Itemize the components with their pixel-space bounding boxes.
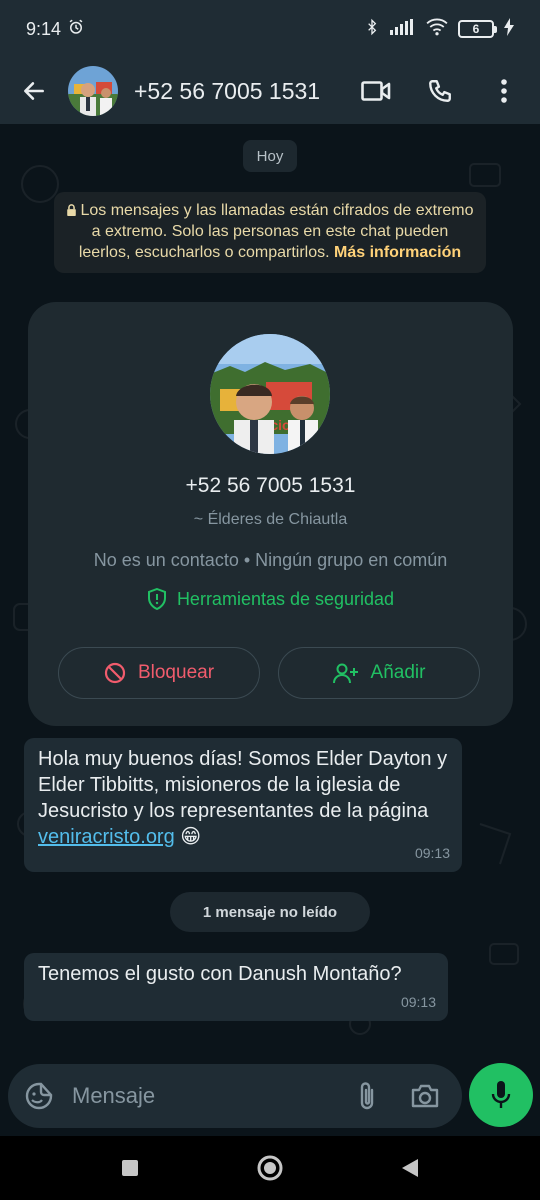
voice-call-icon bbox=[429, 80, 451, 102]
recents-button[interactable] bbox=[110, 1148, 150, 1188]
wifi-icon bbox=[426, 18, 448, 41]
incoming-message[interactable]: Tenemos el gusto con Danush Montaño? 09:… bbox=[24, 953, 448, 1021]
recents-square-icon bbox=[122, 1160, 138, 1176]
voice-message-button[interactable] bbox=[469, 1063, 533, 1127]
contact-info-card: tradicio +52 56 7005 1531 ~ Élderes de C… bbox=[28, 302, 513, 726]
mic-icon bbox=[491, 1081, 511, 1108]
message-time: 09:13 bbox=[414, 845, 450, 861]
safety-tools-link[interactable]: Herramientas de seguridad bbox=[28, 588, 513, 610]
back-button[interactable] bbox=[14, 71, 54, 111]
system-nav-bar bbox=[0, 1136, 540, 1200]
block-button[interactable]: Bloquear bbox=[58, 647, 260, 699]
bluetooth-icon bbox=[364, 18, 380, 41]
contact-avatar[interactable]: tradicio bbox=[210, 334, 330, 454]
safety-tools-label: Herramientas de seguridad bbox=[176, 588, 395, 609]
signal-icon bbox=[390, 18, 416, 40]
lock-icon bbox=[67, 204, 77, 216]
status-time: 9:14 bbox=[26, 18, 62, 39]
message-input[interactable]: Mensaje bbox=[72, 1083, 350, 1109]
avatar[interactable] bbox=[68, 66, 118, 116]
more-vert-icon bbox=[501, 79, 507, 103]
home-button[interactable] bbox=[250, 1148, 290, 1188]
emoji-button[interactable] bbox=[22, 1079, 56, 1113]
chat-area[interactable]: Hoy Los mensajes y las llamadas están ci… bbox=[0, 124, 540, 1064]
status-bar: 9:14 6 bbox=[0, 0, 540, 58]
more-info-link[interactable]: Más información bbox=[334, 244, 461, 261]
camera-icon bbox=[411, 1084, 439, 1108]
contact-number: +52 56 7005 1531 bbox=[185, 474, 356, 497]
date-separator: Hoy bbox=[243, 140, 297, 172]
message-composer: Mensaje bbox=[8, 1064, 462, 1128]
voice-call-button[interactable] bbox=[422, 73, 458, 109]
video-call-button[interactable] bbox=[358, 73, 394, 109]
add-person-icon bbox=[332, 663, 358, 684]
battery-level: 6 bbox=[472, 22, 480, 36]
message-link[interactable]: veniracristo.org bbox=[38, 826, 175, 848]
unread-separator: 1 mensaje no leído bbox=[170, 892, 370, 932]
status-left: 9:14 bbox=[26, 18, 85, 41]
message-text: Hola muy buenos días! Somos Elder Dayton… bbox=[38, 748, 448, 822]
more-options-button[interactable] bbox=[486, 73, 522, 109]
contact-status-info: No es un contacto • Ningún grupo en comú… bbox=[93, 550, 448, 570]
battery-icon: 6 bbox=[458, 20, 497, 38]
status-right: 6 bbox=[364, 17, 514, 41]
block-label: Bloquear bbox=[137, 662, 215, 683]
back-arrow-icon bbox=[24, 82, 44, 100]
message-text: Tenemos el gusto con Danush Montaño? bbox=[38, 963, 402, 985]
shield-icon bbox=[147, 588, 166, 610]
paperclip-icon bbox=[360, 1082, 374, 1110]
back-nav-button[interactable] bbox=[390, 1148, 430, 1188]
block-icon bbox=[104, 662, 126, 684]
incoming-message[interactable]: Hola muy buenos días! Somos Elder Dayton… bbox=[24, 738, 462, 872]
video-call-icon bbox=[361, 81, 391, 101]
alarm-icon bbox=[67, 18, 85, 41]
add-contact-button[interactable]: Añadir bbox=[278, 647, 480, 699]
message-time: 09:13 bbox=[400, 994, 436, 1010]
charging-icon bbox=[504, 17, 514, 41]
sticker-icon bbox=[25, 1082, 53, 1110]
add-label: Añadir bbox=[370, 662, 426, 683]
back-triangle-icon bbox=[402, 1159, 418, 1177]
header-actions bbox=[358, 73, 522, 109]
chat-header: +52 56 7005 1531 bbox=[0, 58, 540, 124]
chat-title[interactable]: +52 56 7005 1531 bbox=[134, 78, 358, 105]
home-circle-icon bbox=[257, 1155, 283, 1181]
attach-button[interactable] bbox=[350, 1079, 384, 1113]
contact-push-name: ~ Élderes de Chiautla bbox=[193, 511, 348, 528]
grin-emoji-icon: 😁 bbox=[180, 826, 202, 848]
camera-button[interactable] bbox=[408, 1079, 442, 1113]
encryption-notice[interactable]: Los mensajes y las llamadas están cifrad… bbox=[54, 192, 486, 273]
